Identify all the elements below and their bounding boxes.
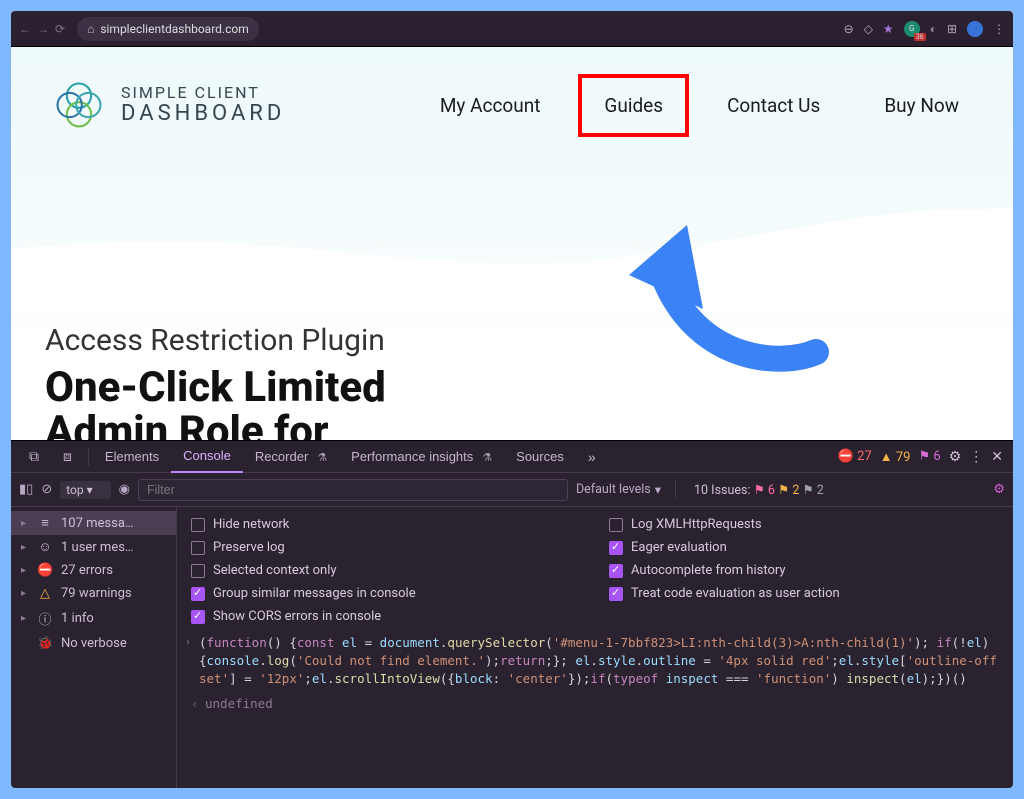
sidebar-warnings[interactable]: ▸△79 warnings xyxy=(11,582,176,605)
hero-kicker: Access Restriction Plugin xyxy=(45,323,386,358)
error-count-badge[interactable]: ⛔ 27 xyxy=(838,449,872,464)
kebab-menu-icon[interactable]: ⋮ xyxy=(993,22,1005,36)
profile-avatar-icon[interactable] xyxy=(967,21,983,37)
context-selector[interactable]: top ▾ xyxy=(60,481,110,499)
logo-text: SIMPLE CLIENT DASHBOARD xyxy=(121,85,285,125)
opt-hide-network[interactable]: Hide network xyxy=(191,513,581,536)
warning-count-badge[interactable]: ▲ 79 xyxy=(880,449,911,465)
message-count-badge[interactable]: ⚑ 6 xyxy=(919,449,941,464)
close-icon[interactable]: ✕ xyxy=(991,449,1003,465)
nav-guides[interactable]: Guides xyxy=(590,86,677,125)
issues-summary[interactable]: 10 Issues: ⚑ 6 ⚑ 2 ⚑ 2 xyxy=(694,482,824,498)
tabs-overflow-icon[interactable]: » xyxy=(576,441,608,473)
console-input-echo: › (function() {const el = document.query… xyxy=(177,628,1013,694)
device-toggle-icon[interactable]: ⧈ xyxy=(51,441,84,473)
site-header: SIMPLE CLIENT DASHBOARD My Account Guide… xyxy=(11,47,1013,143)
sidebar-errors[interactable]: ▸⛔27 errors xyxy=(11,559,176,582)
hero-title: One-Click Limited Admin Role for xyxy=(45,366,386,440)
opt-group-similar[interactable]: Group similar messages in console xyxy=(191,582,581,605)
hero-section: Access Restriction Plugin One-Click Limi… xyxy=(45,323,386,440)
browser-toolbar: ← → ⟳ ⌂ simpleclientdashboard.com ⊖ ◇ ★ … xyxy=(11,11,1013,47)
console-sidebar: ▸≡107 messa… ▸☺1 user mes… ▸⛔27 errors ▸… xyxy=(11,507,177,788)
clear-console-icon[interactable]: ⊘ xyxy=(41,482,52,497)
site-lock-icon: ⌂ xyxy=(87,22,94,36)
reload-icon[interactable]: ⟳ xyxy=(55,22,65,36)
tab-elements[interactable]: Elements xyxy=(93,441,171,473)
site-logo[interactable]: SIMPLE CLIENT DASHBOARD xyxy=(51,77,285,133)
bookmark-star-icon[interactable]: ★ xyxy=(883,22,894,36)
console-return-value: undefined xyxy=(177,694,1013,715)
opt-log-xhr[interactable]: Log XMLHttpRequests xyxy=(609,513,999,536)
devtools-tab-bar: ⧉ ⧈ Elements Console Recorder Performanc… xyxy=(11,441,1013,473)
back-icon[interactable]: ← xyxy=(19,22,31,36)
cast-icon[interactable]: ◇ xyxy=(864,22,873,36)
console-toolbar: ▮▯ ⊘ top ▾ ◉ Default levels ▾ 10 Issues:… xyxy=(11,473,1013,507)
nav-my-account[interactable]: My Account xyxy=(426,86,555,125)
settings-gear-icon[interactable]: ⚙ xyxy=(949,449,962,465)
flask-icon xyxy=(479,449,492,464)
devtools-panel: ⧉ ⧈ Elements Console Recorder Performanc… xyxy=(11,440,1013,788)
url-text: simpleclientdashboard.com xyxy=(100,22,248,36)
opt-autocomplete[interactable]: Autocomplete from history xyxy=(609,559,999,582)
annotation-arrow-icon xyxy=(571,197,831,377)
console-settings-gear-icon[interactable]: ⚙ xyxy=(993,482,1005,497)
sidebar-all-messages[interactable]: ▸≡107 messa… xyxy=(11,511,176,535)
forward-icon[interactable]: → xyxy=(37,22,49,36)
zoom-icon[interactable]: ⊖ xyxy=(844,22,854,36)
extension-icon[interactable]: ◐ xyxy=(930,22,937,36)
opt-eager-eval[interactable]: Eager evaluation xyxy=(609,536,999,559)
sidebar-verbose[interactable]: 🐞No verbose xyxy=(11,632,176,655)
window-frame: ← → ⟳ ⌂ simpleclientdashboard.com ⊖ ◇ ★ … xyxy=(7,7,1017,792)
opt-selected-context[interactable]: Selected context only xyxy=(191,559,581,582)
decorative-wave xyxy=(11,172,1013,312)
nav-buy-now[interactable]: Buy Now xyxy=(870,86,973,125)
page-content: SIMPLE CLIENT DASHBOARD My Account Guide… xyxy=(11,47,1013,440)
main-nav: My Account Guides Contact Us Buy Now xyxy=(426,86,973,125)
sidebar-toggle-icon[interactable]: ▮▯ xyxy=(19,482,33,497)
sidebar-user-messages[interactable]: ▸☺1 user mes… xyxy=(11,535,176,559)
kebab-menu-icon[interactable]: ⋮ xyxy=(969,449,983,465)
console-main: Hide network Preserve log Selected conte… xyxy=(177,507,1013,788)
address-bar[interactable]: ⌂ simpleclientdashboard.com xyxy=(77,17,259,41)
opt-preserve-log[interactable]: Preserve log xyxy=(191,536,581,559)
nav-contact-us[interactable]: Contact Us xyxy=(713,86,834,125)
sidebar-info[interactable]: ▸ⓘ1 info xyxy=(11,605,176,632)
inspect-element-icon[interactable]: ⧉ xyxy=(17,441,51,473)
console-settings-panel: Hide network Preserve log Selected conte… xyxy=(177,513,1013,628)
live-expression-icon[interactable]: ◉ xyxy=(119,482,130,497)
filter-input[interactable] xyxy=(138,479,568,501)
extension-grammarly-icon[interactable]: G xyxy=(904,21,920,37)
tab-console[interactable]: Console xyxy=(171,441,243,473)
opt-cors-errors[interactable]: Show CORS errors in console xyxy=(191,605,581,628)
log-levels-selector[interactable]: Default levels ▾ xyxy=(576,482,661,498)
flask-icon xyxy=(314,449,327,464)
tab-performance-insights[interactable]: Performance insights xyxy=(339,441,504,473)
tab-recorder[interactable]: Recorder xyxy=(243,441,339,473)
tab-sources[interactable]: Sources xyxy=(504,441,576,473)
opt-treat-user-action[interactable]: Treat code evaluation as user action xyxy=(609,582,999,605)
logo-icon xyxy=(51,77,107,133)
extensions-puzzle-icon[interactable]: ⊞ xyxy=(947,22,957,36)
